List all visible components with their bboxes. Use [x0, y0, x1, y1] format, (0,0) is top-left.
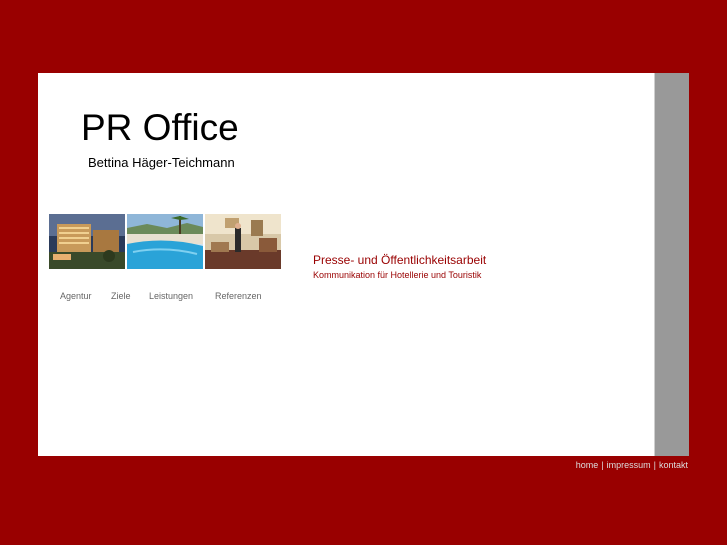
footer-link-home[interactable]: home: [576, 460, 599, 470]
footer-link-impressum[interactable]: impressum: [607, 460, 651, 470]
footer-separator: |: [653, 460, 656, 470]
right-sidebar: [654, 73, 689, 456]
footer-links: home | impressum | kontakt: [576, 460, 688, 470]
footer-link-kontakt[interactable]: kontakt: [659, 460, 688, 470]
hotel-exterior-photo: [49, 214, 125, 269]
content-panel: PR Office Bettina Häger-Teichmann Agentu…: [38, 73, 689, 456]
photo-strip: [49, 214, 281, 269]
footer-separator: |: [601, 460, 604, 470]
tagline: Presse- und Öffentlichkeitsarbeit Kommun…: [313, 253, 486, 281]
hotel-lobby-photo: [205, 214, 281, 269]
nav-item-referenzen[interactable]: Referenzen: [215, 291, 262, 301]
nav-item-leistungen[interactable]: Leistungen: [149, 291, 193, 301]
nav-item-agentur[interactable]: Agentur: [60, 291, 92, 301]
tagline-main: Presse- und Öffentlichkeitsarbeit: [313, 253, 487, 267]
tagline-sub: Kommunikation für Hotellerie und Tourist…: [313, 270, 482, 280]
pool-photo: [127, 214, 203, 269]
brand-subtitle: Bettina Häger-Teichmann: [88, 155, 235, 170]
nav-item-ziele[interactable]: Ziele: [111, 291, 131, 301]
brand-title: PR Office: [81, 107, 239, 148]
